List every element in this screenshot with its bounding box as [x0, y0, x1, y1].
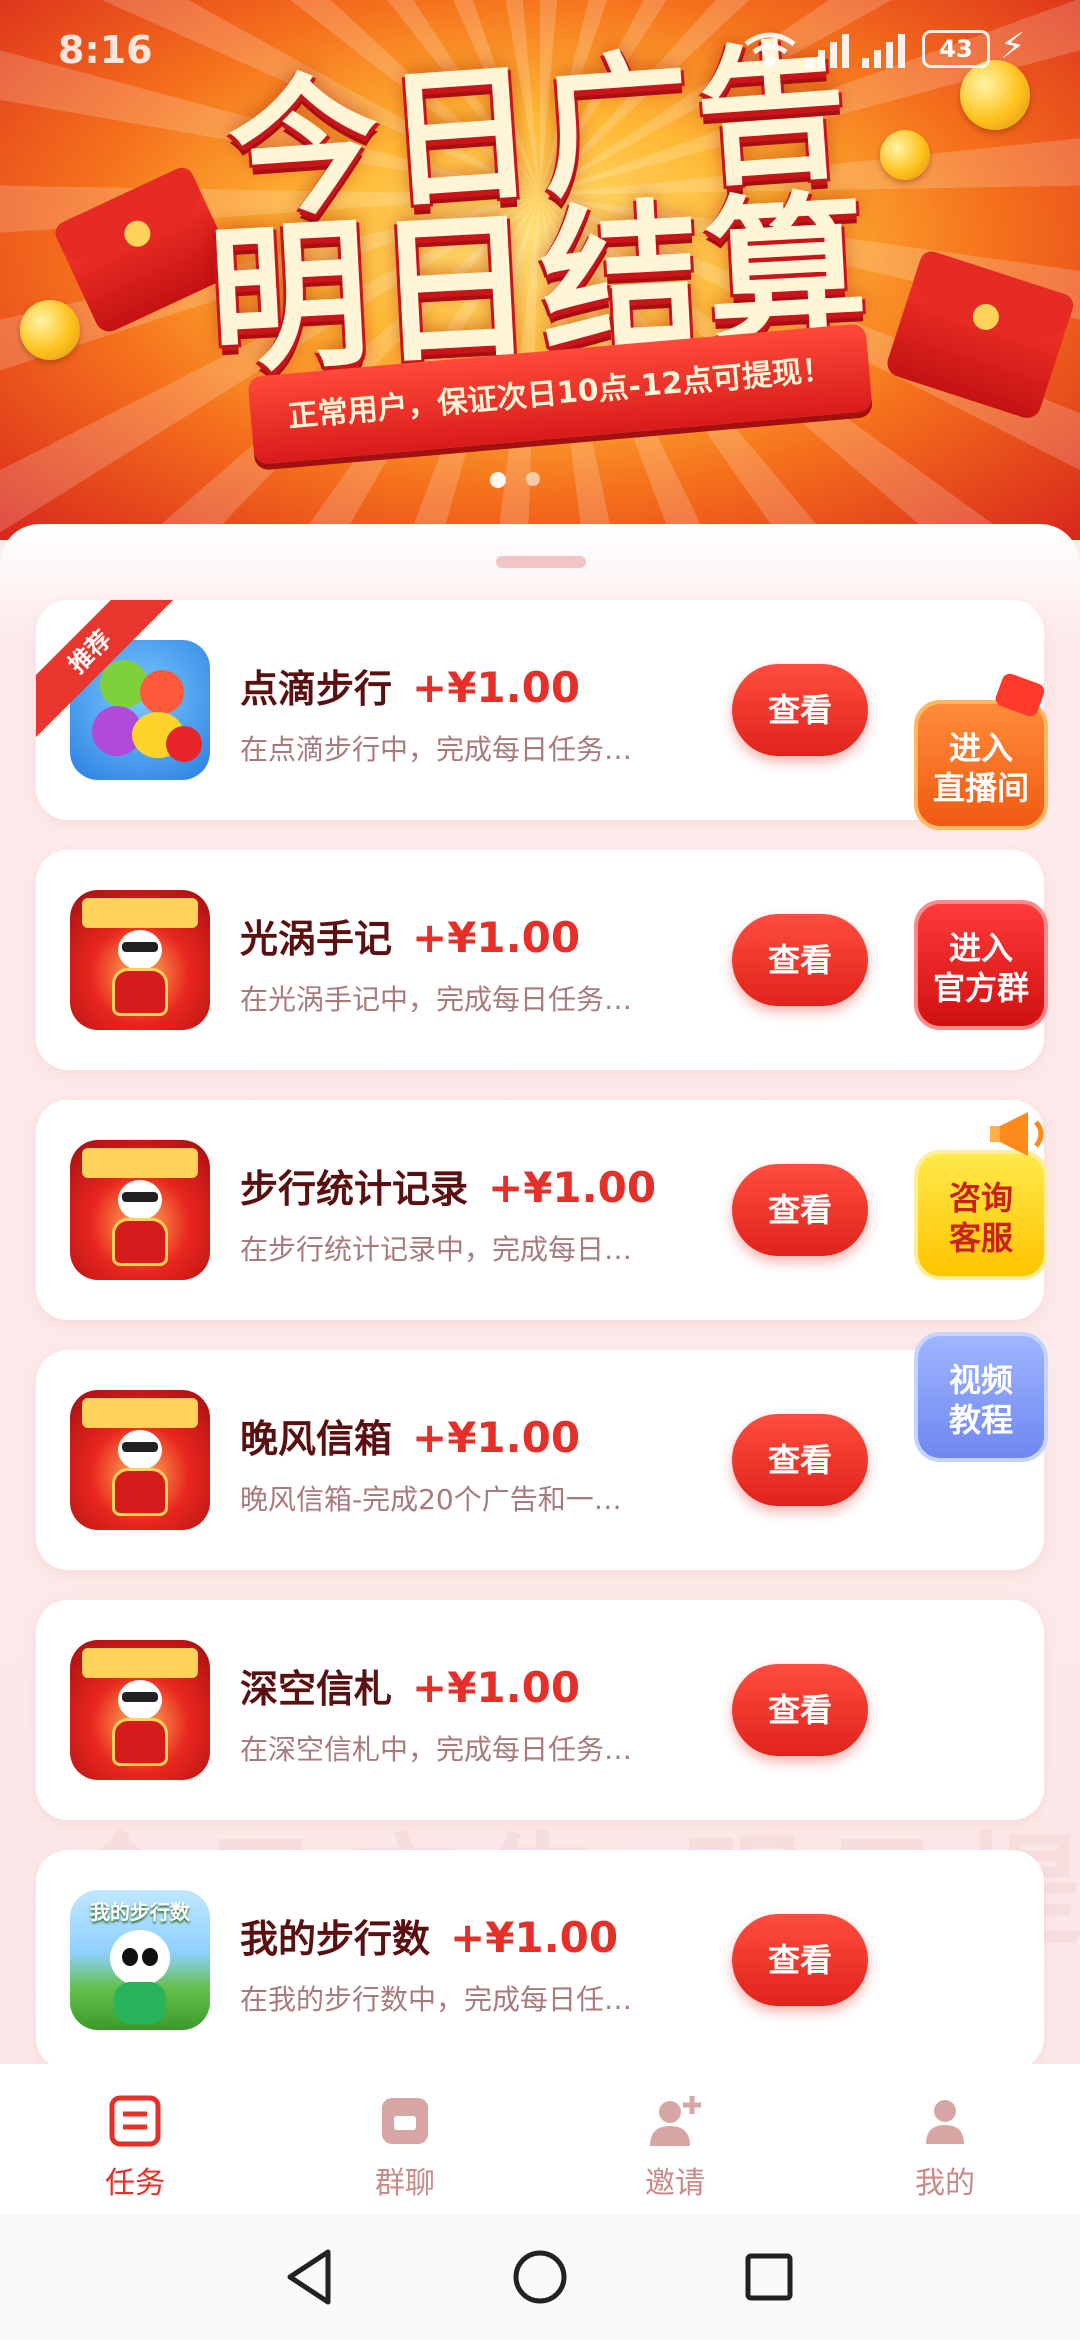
view-button[interactable]: 查看 [732, 664, 868, 756]
nav-tab-group-chat[interactable]: 群聊 [270, 2064, 540, 2214]
wifi-icon [744, 32, 796, 67]
task-title: 步行统计记录 +¥1.00 [240, 1163, 657, 1212]
system-navigation-bar [0, 2214, 1080, 2340]
task-title: 我的步行数 +¥1.00 [240, 1913, 619, 1962]
nav-tab-invite[interactable]: 邀请 [540, 2064, 810, 2214]
view-button[interactable]: 查看 [732, 914, 868, 1006]
video-tutorial-button[interactable]: 视频 教程 [914, 1332, 1048, 1462]
megaphone-icon [990, 1112, 1044, 1156]
task-description: 晚风信箱-完成20个广告和一… [240, 1483, 622, 1516]
task-description: 在点滴步行中，完成每日任务… [240, 733, 633, 766]
bottom-navigation: 任务 群聊 邀请 我的 [0, 2064, 1080, 2214]
invite-user-icon [650, 2096, 701, 2146]
task-title: 点滴步行 +¥1.00 [240, 663, 581, 712]
charging-icon: ⚡ [1000, 26, 1026, 67]
recents-icon[interactable] [734, 2242, 804, 2312]
panda-app-icon [70, 1390, 210, 1530]
enter-official-group-button[interactable]: 进入 官方群 [914, 900, 1048, 1030]
profile-icon [926, 2100, 964, 2144]
view-button[interactable]: 查看 [732, 1414, 868, 1506]
view-button[interactable]: 查看 [732, 1914, 868, 2006]
task-list-icon [109, 2095, 161, 2147]
task-description: 在深空信札中，完成每日任务… [240, 1733, 633, 1766]
task-reward: +¥1.00 [412, 663, 581, 712]
task-card[interactable]: 我的步行数 我的步行数 +¥1.00 在我的步行数中，完成每日任… 查看 [36, 1850, 1044, 2064]
task-reward: +¥1.00 [412, 1413, 581, 1462]
battery-icon: 43 [922, 30, 990, 68]
signal-icon [806, 28, 849, 68]
task-card[interactable]: 步行统计记录 +¥1.00 在步行统计记录中，完成每日… 查看 [36, 1100, 1044, 1320]
back-icon[interactable] [276, 2242, 346, 2312]
task-reward: +¥1.00 [488, 1163, 657, 1212]
nav-tab-tasks[interactable]: 任务 [0, 2064, 270, 2214]
task-description: 在我的步行数中，完成每日任… [240, 1983, 633, 2016]
status-bar: 8:16 43 ⚡ [0, 0, 1080, 100]
home-icon[interactable] [505, 2242, 575, 2312]
task-reward: +¥1.00 [450, 1913, 619, 1962]
nav-tab-profile[interactable]: 我的 [810, 2064, 1080, 2214]
task-reward: +¥1.00 [412, 1663, 581, 1712]
recommend-badge: 推荐 [36, 600, 186, 750]
task-title: 深空信札 +¥1.00 [240, 1663, 581, 1712]
panda-steps-app-icon: 我的步行数 [70, 1890, 210, 2030]
task-description: 在步行统计记录中，完成每日… [240, 1233, 633, 1266]
nav-label: 我的 [915, 2166, 975, 2201]
task-card[interactable]: 推荐 点滴步行 +¥1.00 在点滴步行中，完成每日任务… 查看 [36, 600, 1044, 820]
carousel-indicator [490, 472, 540, 488]
nav-label: 邀请 [645, 2166, 705, 2201]
task-card[interactable]: 光涡手记 +¥1.00 在光涡手记中，完成每日任务… 查看 [36, 850, 1044, 1070]
nav-label: 任务 [105, 2166, 165, 2201]
task-reward: +¥1.00 [412, 913, 581, 962]
task-description: 在光涡手记中，完成每日任务… [240, 983, 633, 1016]
task-title: 光涡手记 +¥1.00 [240, 913, 581, 962]
customer-service-button[interactable]: 咨询 客服 [914, 1112, 1048, 1280]
panda-app-icon [70, 1140, 210, 1280]
task-title: 晚风信箱 +¥1.00 [240, 1413, 581, 1462]
panda-app-icon [70, 890, 210, 1030]
sheet-drag-handle[interactable] [496, 556, 586, 568]
status-time: 8:16 [58, 28, 153, 72]
task-card[interactable]: 晚风信箱 +¥1.00 晚风信箱-完成20个广告和一… 查看 [36, 1350, 1044, 1570]
signal-icon [862, 28, 905, 68]
view-button[interactable]: 查看 [732, 1164, 868, 1256]
enter-live-room-button[interactable]: 进入 直播间 [914, 671, 1048, 830]
nav-label: 群聊 [375, 2166, 435, 2201]
panda-app-icon [70, 1640, 210, 1780]
view-button[interactable]: 查看 [732, 1664, 868, 1756]
promo-banner[interactable]: 今日广告 明日结算 正常用户，保证次日10点-12点可提现！ 8:16 43 ⚡ [0, 0, 1080, 540]
chat-icon [382, 2098, 428, 2144]
task-card[interactable]: 深空信札 +¥1.00 在深空信札中，完成每日任务… 查看 [36, 1600, 1044, 1820]
